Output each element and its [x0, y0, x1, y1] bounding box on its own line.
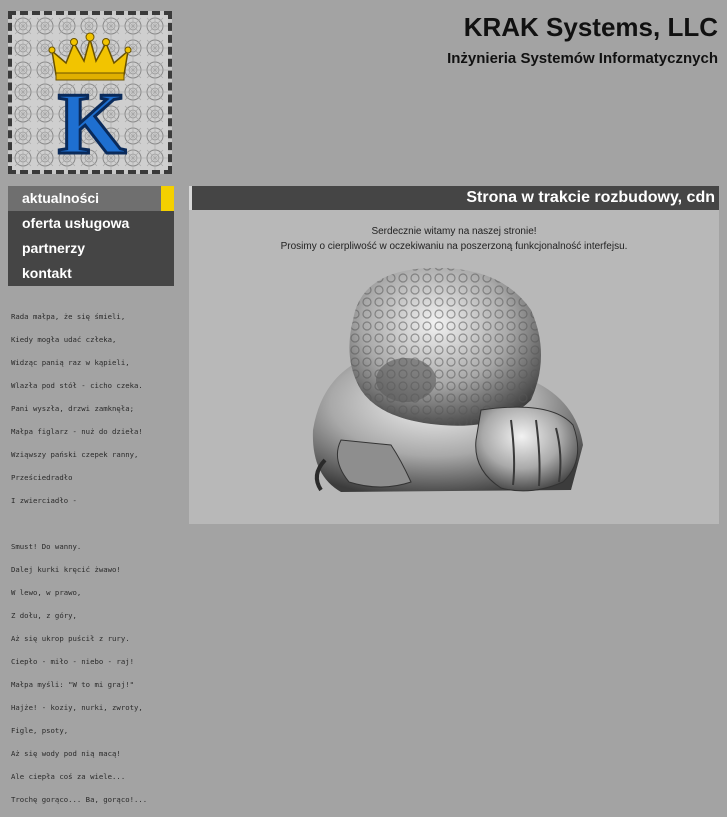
poem-line: Aż się wody pod nią macą!: [11, 748, 121, 758]
poem-line: Pani wyszła, drzwi zamknęła;: [11, 403, 135, 413]
poem-line: Kiedy mogła udać człeka,: [11, 334, 117, 344]
poem-text: Rada małpa, że się śmieli, Kiedy mogła u…: [11, 299, 181, 817]
poem-line: Hajże! - koziy, nurki, zwroty,: [11, 702, 143, 712]
nav-item-partnerzy[interactable]: partnerzy: [8, 236, 174, 261]
nav-item-kontakt[interactable]: kontakt: [8, 261, 174, 286]
poem-line: Figle, psoty,: [11, 725, 69, 735]
poem-line: Wziąwszy pański czepek ranny,: [11, 449, 139, 459]
poem-line: I zwierciadło -: [11, 495, 77, 505]
poem-line: Prześciedradło: [11, 472, 73, 482]
main-content: Serdecznie witamy na naszej stronie! Pro…: [189, 210, 719, 524]
poem-line: Aż się ukrop puścił z rury.: [11, 633, 130, 643]
main-header: Strona w trakcie rozbudowy, cdn: [189, 186, 719, 210]
main-nav: aktualności oferta usługowa partnerzy ko…: [8, 186, 174, 286]
poem-line: Dalej kurki kręcić żwawo!: [11, 564, 121, 574]
poem-line: [11, 518, 181, 530]
welcome-text: Serdecznie witamy na naszej stronie!: [371, 226, 537, 237]
notice-text: Prosimy o cierpliwość w oczekiwaniu na p…: [280, 241, 628, 252]
poem-line: Widząc panią raz w kąpieli,: [11, 357, 130, 367]
site-logo[interactable]: K: [8, 11, 172, 174]
poem-line: Trochę gorąco... Ba, gorąco!...: [11, 794, 148, 804]
poem-line: Ale ciepła coś za wiele...: [11, 771, 126, 781]
site-subtitle: Inżynieria Systemów Informatycznych: [447, 50, 718, 67]
poem-line: Rada małpa, że się śmieli,: [11, 311, 126, 321]
nav-item-aktualnosci[interactable]: aktualności: [8, 186, 174, 211]
page-title: Strona w trakcie rozbudowy, cdn: [466, 189, 715, 206]
site-title: KRAK Systems, LLC: [463, 12, 718, 42]
lion-statue-image: [312, 267, 583, 492]
logo-letter: K: [58, 76, 126, 170]
poem-line: Smust! Do wanny.: [11, 541, 82, 551]
poem-line: Z dołu, z góry,: [11, 610, 77, 620]
poem-line: Małpa myśli: "W to mi graj!": [11, 679, 135, 689]
poem-line: Ciepło - miło - niebo - raj!: [11, 656, 135, 666]
poem-line: Wlazła pod stół - cicho czeka.: [11, 380, 143, 390]
nav-item-oferta[interactable]: oferta usługowa: [8, 211, 174, 236]
poem-line: Małpa figlarz - nuż do dzieła!: [11, 426, 143, 436]
poem-line: W lewo, w prawo,: [11, 587, 82, 597]
